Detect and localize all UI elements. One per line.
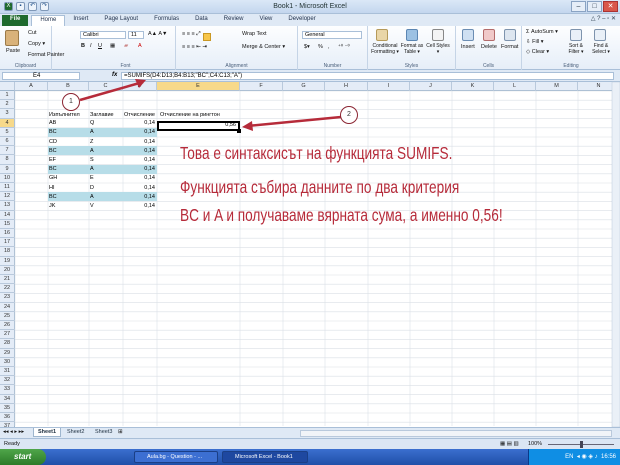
marker-1: 1 (62, 93, 80, 111)
arrow-1-line (79, 80, 144, 102)
zoom-slider-thumb[interactable] (580, 441, 583, 448)
system-tray: EN ◂ ◉ ◈ ♪ 16:56 (528, 449, 620, 465)
clock[interactable]: 16:56 (601, 454, 616, 460)
annotation-line-1: Това е синтаксисът на функцията SUMIFS. (180, 143, 453, 163)
sheet-nav-icons[interactable]: ◂◂ ◂ ▸ ▸▸ (3, 429, 24, 435)
start-button[interactable]: start (0, 449, 46, 465)
sheet-tabs-bar: ◂◂ ◂ ▸ ▸▸ Sheet1 Sheet2 Sheet3 ⊞ (0, 427, 620, 438)
sheet-tab-3[interactable]: Sheet3 (91, 428, 116, 437)
sheet-tab-1[interactable]: Sheet1 (33, 428, 62, 437)
zoom-level[interactable]: 100% (528, 441, 542, 447)
taskbar: start Aula.bg - Question - ... Microsoft… (0, 449, 620, 465)
annotation-line-2: Функцията събира данните по два критерия (180, 177, 460, 197)
taskbar-item-excel[interactable]: Microsoft Excel - Book1 (222, 451, 308, 463)
taskbar-item-browser[interactable]: Aula.bg - Question - ... (134, 451, 218, 463)
marker-2: 2 (340, 106, 358, 124)
insert-sheet-icon[interactable]: ⊞ (118, 429, 123, 435)
status-bar: Ready ▦ ▤ ▥ 100% (0, 438, 620, 449)
annotation-arrows (79, 79, 342, 131)
tray-icons[interactable]: ◂ ◉ ◈ ♪ (575, 454, 599, 460)
status-ready: Ready (4, 441, 20, 447)
language-indicator[interactable]: EN (565, 454, 573, 460)
horizontal-scrollbar[interactable] (300, 430, 612, 437)
arrow-2-head (242, 121, 253, 131)
annotation-line-3: BC и A и получаваме вярната сума, а имен… (180, 205, 503, 225)
view-buttons-icons[interactable]: ▦ ▤ ▥ (500, 441, 519, 447)
sheet-tab-2[interactable]: Sheet2 (63, 428, 88, 437)
arrow-2-line (246, 115, 342, 128)
